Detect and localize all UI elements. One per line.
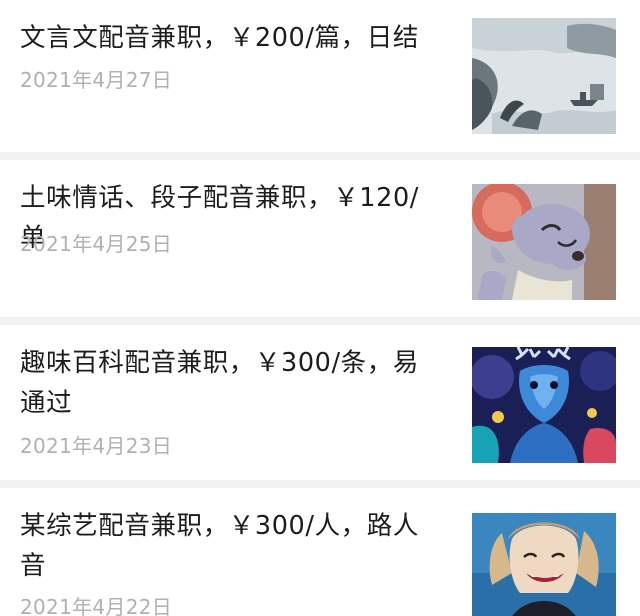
article-thumbnail[interactable] bbox=[472, 18, 616, 134]
article-feed: 文言文配音兼职，￥200/篇，日结 2021年4月27日 土味情话、段子配音兼职… bbox=[0, 0, 640, 616]
article-thumbnail[interactable] bbox=[472, 513, 616, 616]
article-card[interactable]: 文言文配音兼职，￥200/篇，日结 2021年4月27日 bbox=[0, 0, 640, 152]
article-date: 2021年4月22日 bbox=[20, 595, 173, 616]
article-card[interactable]: 某综艺配音兼职，￥300/人，路人音 2021年4月22日 bbox=[0, 488, 640, 616]
cartoon-mouse-icon bbox=[472, 184, 616, 300]
article-date: 2021年4月23日 bbox=[20, 434, 173, 458]
ink-landscape-painting-icon bbox=[472, 18, 616, 134]
article-date: 2021年4月25日 bbox=[20, 232, 173, 256]
article-thumbnail[interactable] bbox=[472, 347, 616, 463]
article-card[interactable]: 趣味百科配音兼职，￥300/条，易通过 2021年4月23日 bbox=[0, 325, 640, 480]
article-title[interactable]: 文言文配音兼职，￥200/篇，日结 bbox=[20, 18, 445, 58]
smiling-woman-photo-icon bbox=[472, 513, 616, 616]
article-title[interactable]: 某综艺配音兼职，￥300/人，路人音 bbox=[20, 506, 445, 586]
article-date: 2021年4月27日 bbox=[20, 68, 173, 92]
article-card[interactable]: 土味情话、段子配音兼职，￥120/单 2021年4月25日 bbox=[0, 160, 640, 317]
article-title[interactable]: 趣味百科配音兼职，￥300/条，易通过 bbox=[20, 343, 445, 423]
blue-deer-illustration-icon bbox=[472, 347, 616, 463]
article-thumbnail[interactable] bbox=[472, 184, 616, 300]
